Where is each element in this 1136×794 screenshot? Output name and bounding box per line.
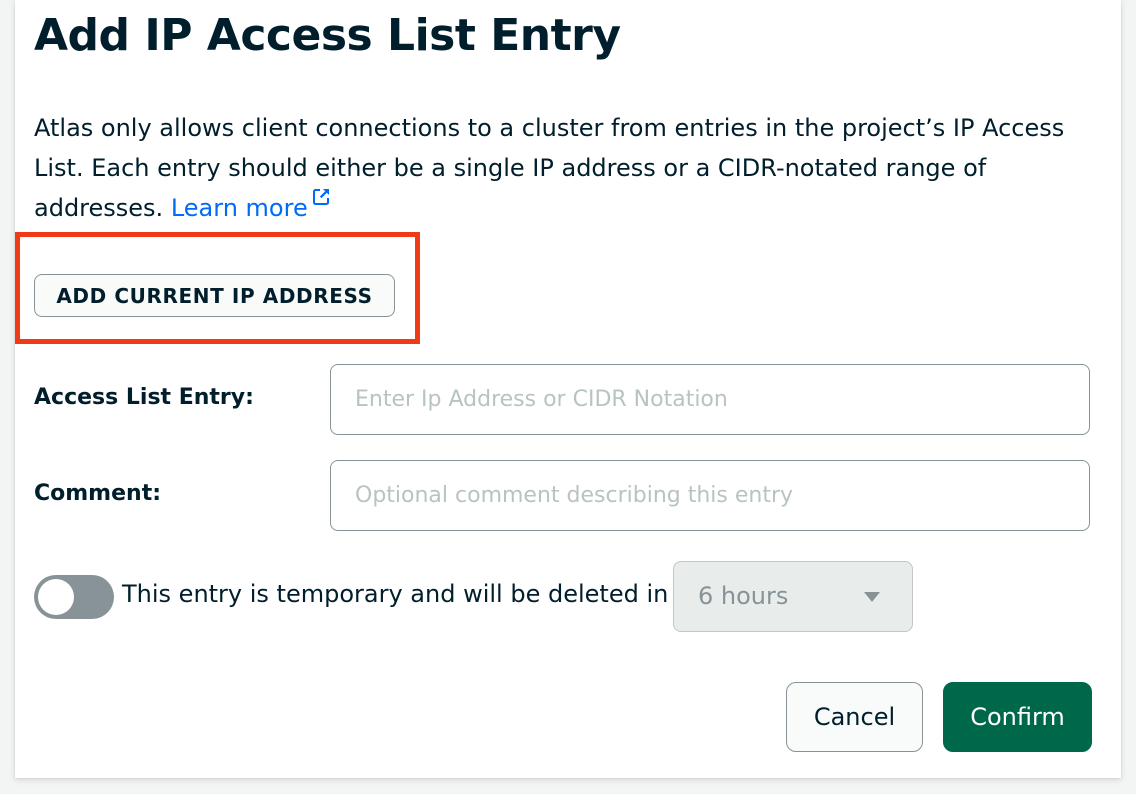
duration-selected-value: 6 hours <box>698 582 789 610</box>
learn-more-link[interactable]: Learn more <box>170 189 330 222</box>
learn-more-label: Learn more <box>170 194 308 222</box>
page-background: Add IP Access List Entry Atlas only allo… <box>0 0 1136 794</box>
comment-label: Comment: <box>34 481 162 506</box>
access-list-entry-input[interactable] <box>330 364 1090 435</box>
caret-down-icon <box>864 592 880 602</box>
temporary-entry-toggle[interactable] <box>34 575 114 619</box>
cancel-button[interactable]: Cancel <box>786 682 923 752</box>
access-list-entry-label: Access List Entry: <box>34 385 254 410</box>
duration-select[interactable]: 6 hours <box>673 561 913 632</box>
add-ip-access-list-dialog: Add IP Access List Entry Atlas only allo… <box>15 0 1121 778</box>
dialog-description: Atlas only allows client connections to … <box>34 108 1074 228</box>
dialog-title: Add IP Access List Entry <box>34 10 621 61</box>
add-current-ip-button[interactable]: ADD CURRENT IP ADDRESS <box>34 274 395 317</box>
comment-input[interactable] <box>330 460 1090 531</box>
confirm-button[interactable]: Confirm <box>943 682 1092 752</box>
toggle-knob <box>38 579 74 615</box>
temporary-entry-label: This entry is temporary and will be dele… <box>122 580 669 608</box>
external-link-icon <box>312 189 329 205</box>
